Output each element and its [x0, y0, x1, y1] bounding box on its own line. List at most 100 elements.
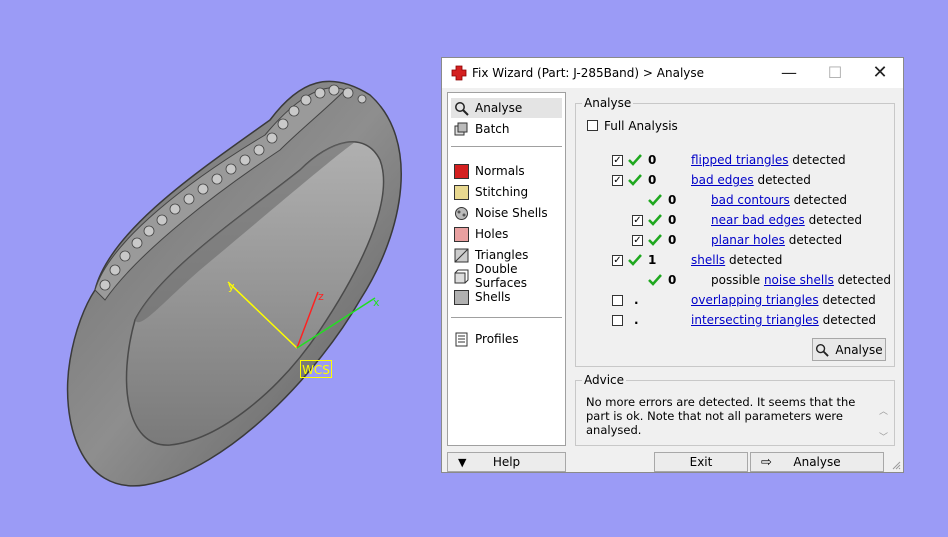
result-checkbox[interactable] — [612, 295, 623, 306]
chevron-up-icon[interactable]: ︿ — [879, 399, 888, 425]
exit-label: Exit — [689, 455, 713, 469]
result-checkbox[interactable]: ✓ — [632, 215, 643, 226]
stitching-icon — [454, 184, 469, 200]
advice-scrollbar[interactable]: ︿ ﹀ — [879, 399, 888, 451]
analyse-next-label: Analyse — [793, 455, 841, 469]
close-button[interactable]: ✕ — [857, 58, 903, 88]
analyse-next-button[interactable]: ⇨ Analyse — [750, 452, 884, 472]
help-label: Help — [492, 455, 521, 469]
double-surfaces-icon — [454, 269, 469, 284]
result-count: 0 — [668, 233, 677, 247]
full-analysis-checkbox[interactable] — [587, 120, 598, 131]
nav-label: Shells — [475, 290, 511, 304]
analyse-run-button[interactable]: Analyse — [812, 338, 886, 361]
result-suffix: detected — [833, 273, 892, 287]
result-suffix: detected — [788, 153, 846, 167]
fix-wizard-cross-icon — [451, 65, 467, 81]
nav-item-analyse[interactable]: Analyse — [451, 98, 562, 118]
ring-model: y z x — [66, 80, 402, 487]
maximize-button[interactable]: ☐ — [812, 58, 858, 88]
result-description: overlapping triangles detected — [691, 293, 876, 307]
resize-grip-icon[interactable] — [891, 460, 901, 470]
result-link[interactable]: shells — [691, 253, 725, 267]
result-link[interactable]: planar holes — [711, 233, 785, 247]
wcs-label: WCS — [300, 360, 332, 378]
green-check-icon — [648, 214, 662, 226]
bottom-bar: ▼ Help Exit ⇨ Analyse — [442, 450, 903, 472]
nav-item-noise-shells[interactable]: Noise Shells — [451, 203, 562, 223]
window-title: Fix Wizard (Part: J-285Band) > Analyse — [472, 66, 705, 80]
nav-label: Stitching — [475, 185, 529, 199]
result-link[interactable]: near bad edges — [711, 213, 805, 227]
result-link[interactable]: noise shells — [764, 273, 834, 287]
result-link[interactable]: overlapping triangles — [691, 293, 819, 307]
nav-item-shells[interactable]: Shells — [451, 287, 562, 307]
normals-icon — [454, 163, 469, 179]
result-description: bad edges detected — [691, 173, 811, 187]
z-axis-label: z — [318, 290, 324, 303]
result-count: 1 — [648, 253, 657, 267]
profiles-icon — [454, 332, 469, 347]
nav-label: Triangles — [475, 248, 529, 262]
result-link[interactable]: bad contours — [711, 193, 790, 207]
advice-group: Advice No more errors are detected. It s… — [575, 373, 895, 446]
x-axis-label: x — [373, 296, 380, 309]
analyse-group: Analyse Full Analysis ✓ 0 flipped triangle… — [575, 96, 895, 367]
chevron-down-icon[interactable]: ﹀ — [879, 425, 888, 451]
nav-divider — [451, 317, 562, 318]
triangle-down-icon: ▼ — [458, 455, 467, 469]
analyse-group-title: Analyse — [582, 96, 634, 110]
green-check-icon — [628, 174, 642, 186]
exit-button[interactable]: Exit — [654, 452, 748, 472]
nav-label: Analyse — [475, 101, 523, 115]
result-suffix: detected — [784, 233, 843, 247]
result-description: flipped triangles detected — [691, 153, 846, 167]
result-count: 0 — [668, 273, 677, 287]
result-checkbox[interactable]: ✓ — [632, 235, 643, 246]
nav-label: Double Surfaces — [475, 262, 527, 290]
nav-item-stitching[interactable]: Stitching — [451, 182, 562, 202]
nav-item-double-surfaces[interactable]: Double Surfaces — [451, 262, 562, 290]
result-link[interactable]: intersecting triangles — [691, 313, 819, 327]
result-checkbox[interactable] — [612, 315, 623, 326]
result-description: intersecting triangles detected — [691, 313, 876, 327]
result-link[interactable]: bad edges — [691, 173, 754, 187]
result-checkbox[interactable]: ✓ — [612, 255, 623, 266]
magnifier-icon — [454, 101, 469, 116]
result-count: . — [634, 293, 639, 307]
nav-item-batch[interactable]: Batch — [451, 119, 562, 139]
magnifier-icon — [816, 343, 830, 357]
help-button[interactable]: ▼ Help — [447, 452, 566, 472]
result-link[interactable]: flipped triangles — [691, 153, 788, 167]
green-check-icon — [648, 274, 662, 286]
nav-item-normals[interactable]: Normals — [451, 161, 562, 181]
arrow-right-icon: ⇨ — [761, 454, 772, 470]
result-description: shells detected — [691, 253, 782, 267]
nav-label: Profiles — [475, 332, 519, 346]
result-suffix: detected — [804, 213, 862, 227]
result-count: 0 — [668, 193, 677, 207]
fix-wizard-window: Fix Wizard (Part: J-285Band) > Analyse —… — [441, 57, 904, 473]
nav-label: Batch — [475, 122, 510, 136]
result-suffix: detected — [818, 293, 876, 307]
nav-label: Noise Shells — [475, 206, 548, 220]
advice-group-title: Advice — [582, 373, 627, 387]
result-prefix: possible — [711, 273, 764, 287]
minimize-button[interactable]: — — [766, 58, 812, 88]
nav-divider — [451, 146, 562, 147]
result-count: 0 — [648, 173, 657, 187]
result-count: 0 — [648, 153, 657, 167]
nav-label: Normals — [475, 164, 525, 178]
nav-item-holes[interactable]: Holes — [451, 224, 562, 244]
noise-shells-icon — [454, 206, 469, 221]
title-bar[interactable]: Fix Wizard (Part: J-285Band) > Analyse —… — [442, 58, 903, 88]
analyse-run-label: Analyse — [835, 342, 883, 357]
batch-icon — [454, 122, 469, 137]
result-description: near bad edges detected — [711, 213, 862, 227]
green-check-icon — [648, 234, 662, 246]
green-check-icon — [628, 154, 642, 166]
result-checkbox[interactable]: ✓ — [612, 155, 623, 166]
3d-viewport[interactable]: y z x WCS — [0, 0, 440, 537]
result-checkbox[interactable]: ✓ — [612, 175, 623, 186]
nav-item-profiles[interactable]: Profiles — [451, 329, 562, 349]
